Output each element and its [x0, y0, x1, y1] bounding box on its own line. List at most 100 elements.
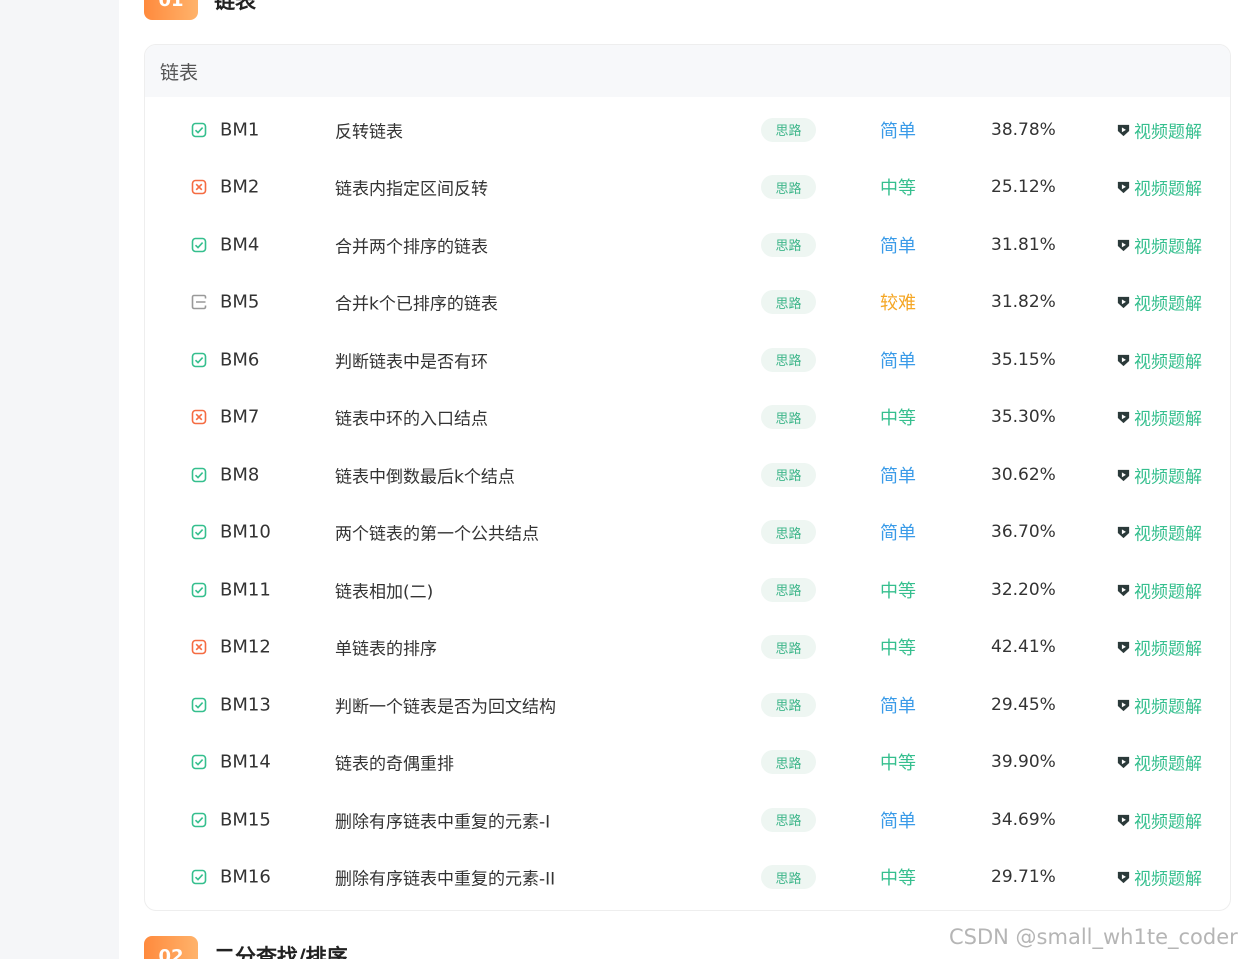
problem-row[interactable]: BM13 判断一个链表是否为回文结构 思路 简单 29.45% 视频题解: [145, 676, 1230, 733]
problem-list-page: 01 链表 链表 BM1 反转链表 思路 简单 38.78% 视频题解 BM2 链表内指定区间…: [0, 0, 1251, 959]
difficulty-label: 中等: [880, 178, 916, 199]
problem-title-link[interactable]: 链表中环的入口结点: [335, 405, 488, 430]
status-solved-icon: [191, 582, 207, 598]
problem-id: BM13: [220, 694, 271, 715]
problem-row[interactable]: BM11 链表相加(二) 思路 中等 32.20% 视频题解: [145, 561, 1230, 618]
problem-row[interactable]: BM7 链表中环的入口结点 思路 中等 35.30% 视频题解: [145, 389, 1230, 446]
video-solution-link[interactable]: 视频题解: [1116, 577, 1202, 602]
problem-row[interactable]: BM8 链表中倒数最后k个结点 思路 简单 30.62% 视频题解: [145, 446, 1230, 503]
problem-row[interactable]: BM4 合并两个排序的链表 思路 简单 31.81% 视频题解: [145, 216, 1230, 273]
video-solution-link[interactable]: 视频题解: [1116, 117, 1202, 142]
problem-row[interactable]: BM14 链表的奇偶重排 思路 中等 39.90% 视频题解: [145, 734, 1230, 791]
problem-title-link[interactable]: 两个链表的第一个公共结点: [335, 520, 539, 545]
difficulty-label: 较难: [880, 293, 916, 314]
video-solution-link[interactable]: 视频题解: [1116, 347, 1202, 372]
section-header-linked-list: 01 链表: [144, 0, 256, 20]
problem-title-link[interactable]: 链表相加(二): [335, 577, 433, 602]
status-solved-icon: [191, 697, 207, 713]
problem-id: BM14: [220, 751, 271, 773]
video-solution-label: 视频题解: [1134, 467, 1202, 487]
pass-rate: 29.45%: [991, 694, 1056, 715]
status-solved-icon: [191, 237, 207, 253]
problem-id: BM6: [220, 349, 260, 370]
difficulty-label: 简单: [880, 235, 916, 257]
hint-tag[interactable]: 思路: [761, 175, 816, 199]
video-badge-icon: [1117, 641, 1130, 654]
section-header-binary-search: 02 二分查找/排序: [144, 936, 348, 959]
video-solution-link[interactable]: 视频题解: [1116, 807, 1202, 832]
problem-row[interactable]: BM2 链表内指定区间反转 思路 中等 25.12% 视频题解: [145, 159, 1230, 216]
problem-title-link[interactable]: 判断链表中是否有环: [335, 347, 488, 372]
hint-tag[interactable]: 思路: [761, 692, 816, 717]
difficulty-label: 中等: [880, 580, 916, 602]
video-badge-icon: [1117, 871, 1130, 884]
problem-row[interactable]: BM10 两个链表的第一个公共结点 思路 简单 36.70% 视频题解: [145, 504, 1230, 561]
problem-title-link[interactable]: 链表的奇偶重排: [335, 750, 454, 775]
video-solution-link[interactable]: 视频题解: [1116, 750, 1202, 775]
pass-rate: 31.82%: [991, 292, 1056, 312]
problem-row[interactable]: BM16 删除有序链表中重复的元素-II 思路 中等 29.71% 视频题解: [145, 849, 1230, 906]
problem-row[interactable]: BM12 单链表的排序 思路 中等 42.41% 视频题解: [145, 619, 1230, 676]
hint-tag[interactable]: 思路: [761, 405, 816, 429]
problem-id: BM10: [220, 521, 271, 543]
problem-id: BM15: [220, 809, 271, 830]
section-number-badge: 01: [144, 0, 198, 20]
problem-title-link[interactable]: 判断一个链表是否为回文结构: [335, 692, 556, 717]
problem-title-link[interactable]: 链表内指定区间反转: [335, 175, 488, 200]
video-solution-label: 视频题解: [1134, 294, 1202, 315]
problem-row[interactable]: BM15 删除有序链表中重复的元素-I 思路 简单 34.69% 视频题解: [145, 791, 1230, 848]
problem-id: BM5: [220, 291, 260, 313]
problem-title-link[interactable]: 删除有序链表中重复的元素-I: [335, 807, 550, 832]
hint-tag[interactable]: 思路: [761, 520, 816, 544]
problem-row[interactable]: BM5 合并k个已排序的链表 思路 较难 31.82% 视频题解: [145, 274, 1230, 331]
status-failed-icon: [191, 179, 207, 195]
hint-tag[interactable]: 思路: [761, 290, 816, 314]
hint-tag[interactable]: 思路: [761, 750, 816, 774]
status-solved-icon: [191, 467, 207, 483]
problem-title-link[interactable]: 反转链表: [335, 117, 403, 142]
video-solution-link[interactable]: 视频题解: [1116, 232, 1202, 257]
problem-row[interactable]: BM1 反转链表 思路 简单 38.78% 视频题解: [145, 101, 1230, 158]
video-solution-link[interactable]: 视频题解: [1116, 405, 1202, 430]
hint-tag[interactable]: 思路: [761, 635, 816, 659]
hint-tag[interactable]: 思路: [761, 232, 816, 257]
problem-row[interactable]: BM6 判断链表中是否有环 思路 简单 35.15% 视频题解: [145, 331, 1230, 388]
problem-title-link[interactable]: 合并两个排序的链表: [335, 232, 488, 257]
hint-tag[interactable]: 思路: [761, 347, 816, 372]
video-solution-link[interactable]: 视频题解: [1116, 175, 1202, 200]
video-solution-link[interactable]: 视频题解: [1116, 865, 1202, 890]
problem-id: BM8: [220, 464, 260, 485]
video-badge-icon: [1117, 354, 1130, 366]
video-solution-link[interactable]: 视频题解: [1116, 462, 1202, 487]
status-failed-icon: [191, 639, 207, 655]
problem-title-link[interactable]: 删除有序链表中重复的元素-II: [335, 865, 555, 890]
video-badge-icon: [1117, 699, 1130, 711]
video-solution-link[interactable]: 视频题解: [1116, 290, 1202, 315]
difficulty-label: 简单: [880, 120, 916, 142]
hint-tag[interactable]: 思路: [761, 865, 816, 889]
status-unsolved-icon: [191, 294, 207, 310]
problem-title-link[interactable]: 单链表的排序: [335, 635, 437, 660]
hint-tag[interactable]: 思路: [761, 462, 816, 487]
problem-title-link[interactable]: 合并k个已排序的链表: [335, 290, 498, 315]
difficulty-label: 中等: [880, 638, 916, 659]
pass-rate: 36.70%: [991, 522, 1056, 542]
video-solution-label: 视频题解: [1134, 237, 1202, 257]
hint-tag[interactable]: 思路: [761, 807, 816, 832]
problem-title-link[interactable]: 链表中倒数最后k个结点: [335, 462, 515, 487]
video-solution-label: 视频题解: [1134, 409, 1202, 430]
video-solution-label: 视频题解: [1134, 754, 1202, 775]
difficulty-label: 简单: [880, 695, 916, 717]
video-solution-label: 视频题解: [1134, 524, 1202, 545]
hint-tag[interactable]: 思路: [761, 117, 816, 142]
video-badge-icon: [1117, 469, 1130, 481]
video-solution-link[interactable]: 视频题解: [1116, 692, 1202, 717]
video-solution-link[interactable]: 视频题解: [1116, 635, 1202, 660]
difficulty-label: 简单: [880, 523, 916, 544]
hint-tag[interactable]: 思路: [761, 577, 816, 602]
status-solved-icon: [191, 869, 207, 885]
video-solution-link[interactable]: 视频题解: [1116, 520, 1202, 545]
video-badge-icon: [1117, 584, 1130, 596]
left-sidebar: [0, 0, 119, 959]
pass-rate: 32.20%: [991, 579, 1056, 600]
